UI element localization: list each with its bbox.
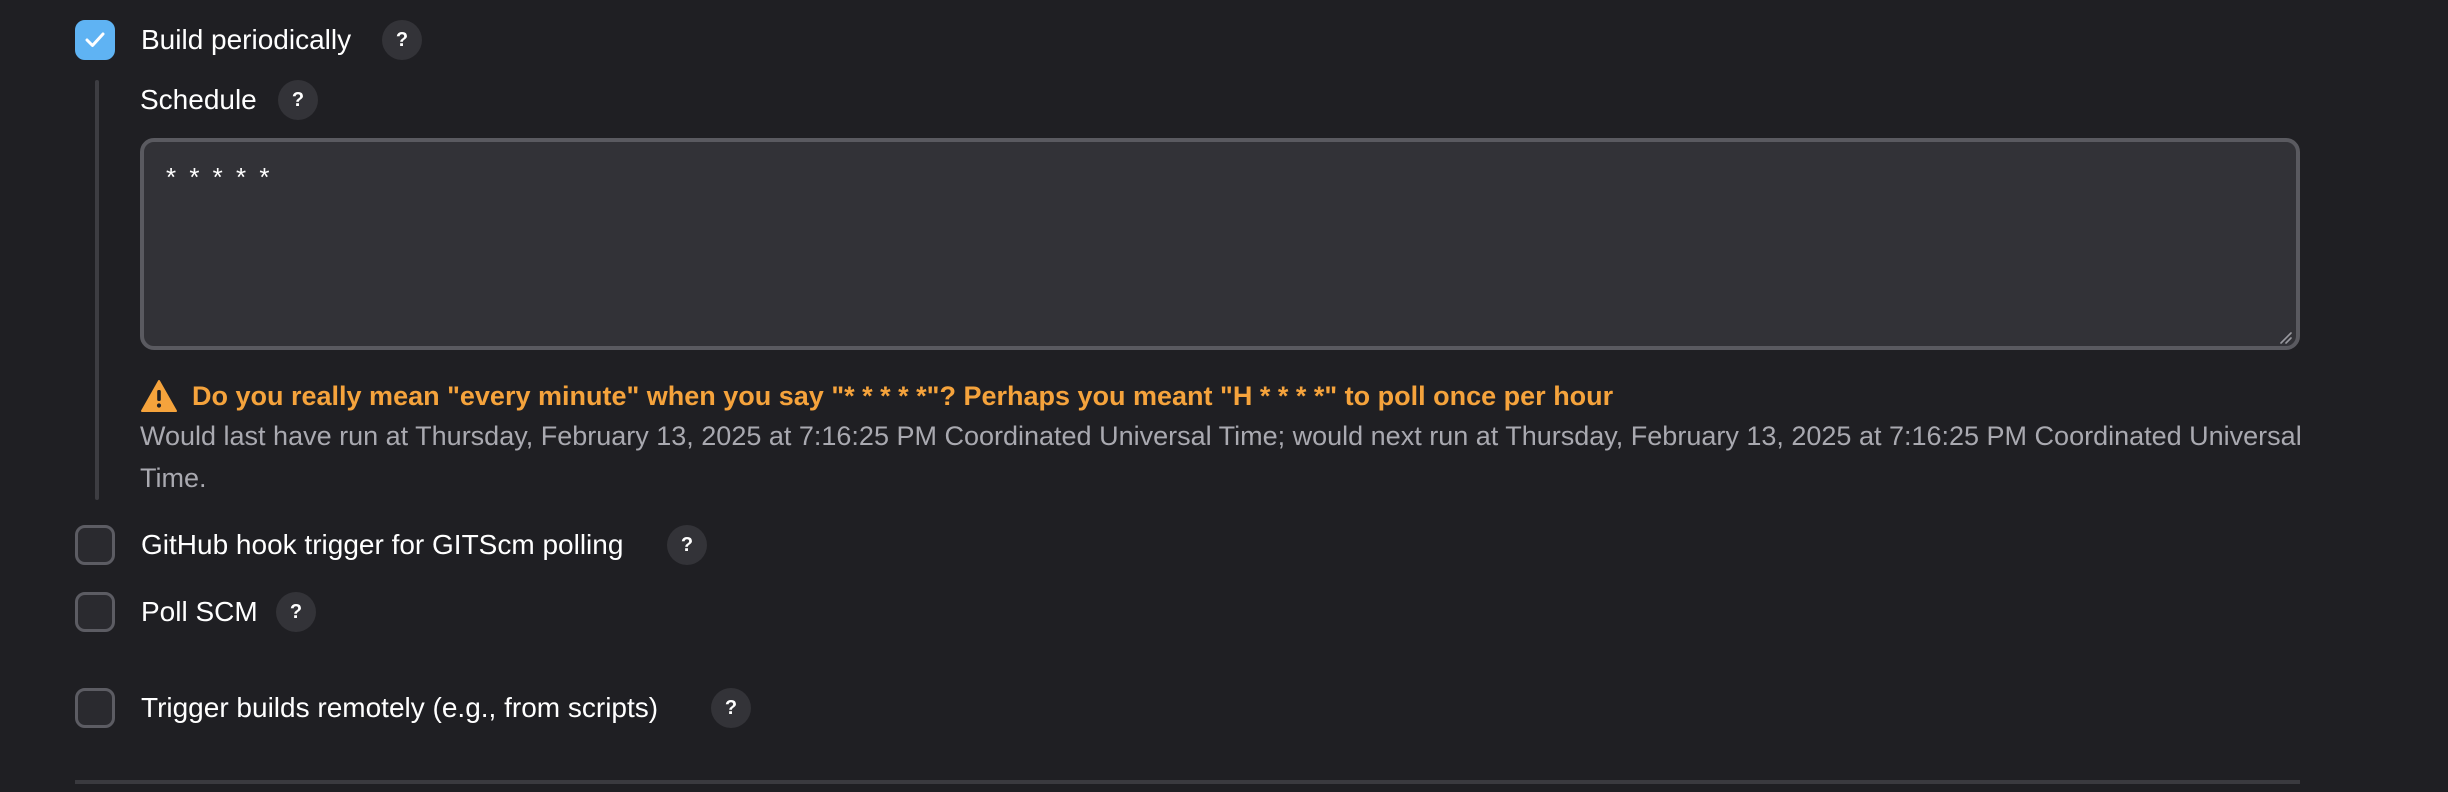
schedule-warning-text: Do you really mean "every minute" when y… xyxy=(192,380,1614,411)
checkmark-icon xyxy=(85,32,105,47)
build-periodically-label[interactable]: Build periodically xyxy=(141,20,351,60)
build-triggers-section: Build periodically ? Schedule ? Do you r… xyxy=(0,0,2448,792)
section-divider xyxy=(75,780,2300,784)
trigger-remotely-label[interactable]: Trigger builds remotely (e.g., from scri… xyxy=(141,688,658,728)
nested-section-bar xyxy=(95,80,99,500)
schedule-help-icon[interactable]: ? xyxy=(278,80,318,120)
poll-scm-label[interactable]: Poll SCM xyxy=(141,592,258,632)
poll-scm-checkbox[interactable] xyxy=(75,592,115,632)
warning-icon xyxy=(141,380,177,412)
resize-handle-icon[interactable] xyxy=(2278,330,2292,344)
poll-scm-help-icon[interactable]: ? xyxy=(276,592,316,632)
build-periodically-checkbox[interactable] xyxy=(75,20,115,60)
trigger-remotely-help-icon[interactable]: ? xyxy=(711,688,751,728)
github-hook-help-icon[interactable]: ? xyxy=(667,525,707,565)
trigger-remotely-checkbox[interactable] xyxy=(75,688,115,728)
schedule-textarea[interactable] xyxy=(140,138,2300,350)
schedule-run-info: Would last have run at Thursday, Februar… xyxy=(140,421,2302,493)
github-hook-label[interactable]: GitHub hook trigger for GITScm polling xyxy=(141,525,623,565)
schedule-label: Schedule xyxy=(140,84,257,115)
schedule-warning: Do you really mean "every minute" when y… xyxy=(140,376,1613,416)
build-periodically-help-icon[interactable]: ? xyxy=(382,20,422,60)
github-hook-checkbox[interactable] xyxy=(75,525,115,565)
